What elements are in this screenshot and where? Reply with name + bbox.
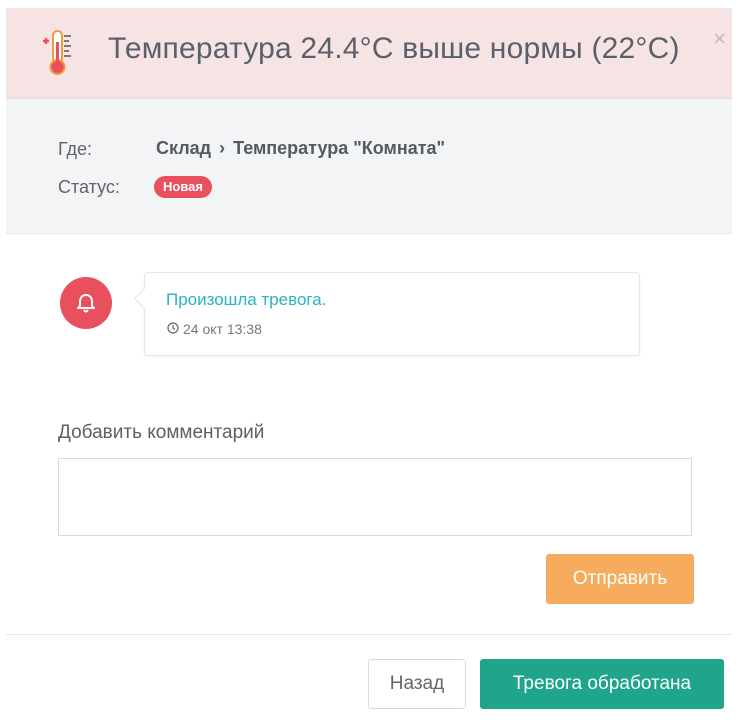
event-timestamp: 24 окт 13:38 [167,321,262,337]
thermometer-icon [40,28,76,78]
back-button[interactable]: Назад [368,659,466,709]
chevron-right-icon: › [219,138,226,158]
alarm-dialog: Температура 24.4°C выше нормы (22°C) × Г… [6,8,732,721]
dialog-footer: Назад Тревога обработана [6,634,732,721]
event-time-text: 24 окт 13:38 [183,321,262,337]
alarm-info-panel: Где: Склад › Температура "Комната" Статус:… [6,99,732,234]
location-link[interactable]: Склад [156,138,211,158]
send-button[interactable]: Отправить [546,554,694,604]
timeline-event: Произошла тревога. 24 окт 13:38 [144,272,640,356]
where-label: Где: [58,139,93,159]
dialog-header: Температура 24.4°C выше нормы (22°C) × [6,8,732,99]
where-value: Склад › Температура "Комната" [156,138,445,159]
event-text: Произошла тревога. [166,290,327,309]
dialog-title: Температура 24.4°C выше нормы (22°C) [108,32,680,65]
alarm-resolved-button[interactable]: Тревога обработана [480,659,724,709]
status-label: Статус: [58,177,120,197]
status-badge: Новая [154,176,212,198]
comment-label: Добавить комментарий [58,422,265,443]
sensor-link[interactable]: Температура "Комната" [233,138,445,158]
comment-input[interactable] [58,458,692,536]
clock-icon [167,321,179,337]
bell-icon [60,277,112,329]
close-icon[interactable]: × [713,28,726,50]
